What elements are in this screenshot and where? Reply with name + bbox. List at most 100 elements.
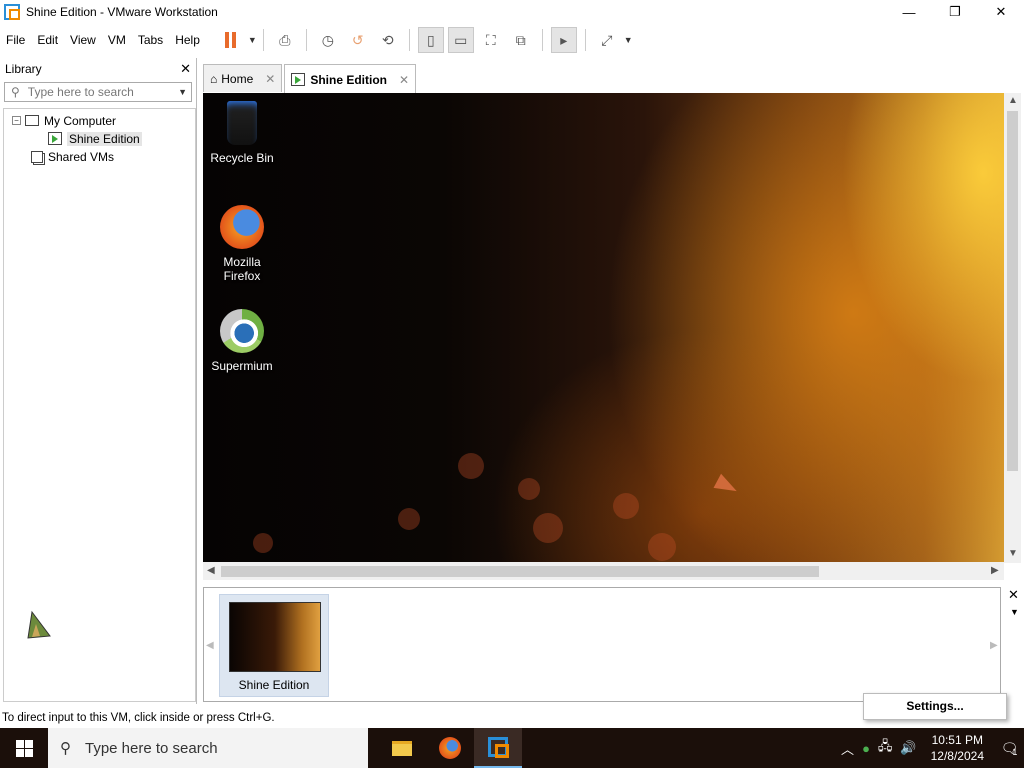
menu-help[interactable]: Help: [169, 24, 206, 56]
stretch-button[interactable]: ⤢: [594, 27, 620, 53]
close-tab-home-icon[interactable]: ✕: [265, 72, 275, 86]
tab-strip: ⌂ Home ✕ Shine Edition ✕: [203, 64, 418, 94]
library-search-input[interactable]: ⚲ Type here to search ▼: [4, 82, 192, 102]
snapshot-manager-button[interactable]: ⟲: [375, 27, 401, 53]
library-header: Library ✕: [0, 58, 196, 80]
menu-vm[interactable]: VM: [102, 24, 132, 56]
title-bar: Shine Edition - VMware Workstation — ❐ ✕: [0, 0, 1024, 24]
desktop-icon-recycle-bin[interactable]: Recycle Bin: [207, 101, 277, 165]
scroll-down-icon[interactable]: ▼: [1008, 548, 1018, 559]
menu-edit[interactable]: Edit: [31, 24, 64, 56]
thumb-next-icon[interactable]: ▶: [990, 640, 998, 651]
folder-icon: [392, 740, 412, 756]
home-icon: ⌂: [210, 71, 218, 86]
chevron-down-icon[interactable]: ▼: [178, 87, 187, 97]
thumb-prev-icon[interactable]: ◀: [206, 640, 214, 651]
sidebar-icon: ▯: [426, 31, 435, 48]
shared-vms-icon: [31, 150, 43, 163]
collapse-icon[interactable]: −: [12, 116, 21, 125]
desktop-icon-label: Supermium: [211, 359, 273, 373]
status-text: To direct input to this VM, click inside…: [2, 712, 275, 724]
pause-icon: [225, 32, 237, 48]
vm-thumbnail[interactable]: Shine Edition: [219, 594, 329, 697]
vertical-scroll-thumb[interactable]: [1007, 111, 1018, 471]
console-view-button[interactable]: ▸: [550, 27, 577, 53]
vm-console-screen[interactable]: Recycle Bin Mozilla Firefox Supermium: [203, 93, 1004, 562]
action-center-button[interactable]: 🗨 1: [994, 728, 1024, 768]
clock-time: 10:51 PM: [931, 733, 983, 747]
horizontal-scroll-thumb[interactable]: [221, 566, 819, 577]
firefox-icon: [220, 205, 264, 249]
pause-button[interactable]: [218, 27, 244, 53]
snapshot-button[interactable]: ◷: [315, 27, 341, 53]
recycle-bin-icon: [227, 101, 257, 145]
show-hidden-icons-icon[interactable]: ︿: [841, 739, 854, 758]
console-icon: ▸: [560, 31, 568, 48]
volume-icon[interactable]: 🔊: [900, 740, 916, 756]
tree-label-my-computer: My Computer: [44, 113, 117, 128]
mouse-cursor-icon: [713, 473, 741, 499]
network-icon[interactable]: 🖧: [878, 737, 893, 759]
start-button[interactable]: [0, 728, 48, 768]
search-icon: ⚲: [11, 85, 20, 99]
toolbar: ▼ ⎙ ◷ ↺ ⟲ ▯ ▭ ⛶ ⧉ ▸ ⤢ ▼: [216, 27, 633, 53]
desktop-icon-supermium[interactable]: Supermium: [207, 309, 277, 373]
revert-icon: ↺: [351, 31, 364, 48]
vmware-icon: [488, 737, 509, 758]
minimize-button[interactable]: —: [886, 0, 932, 24]
close-tab-shine-edition-icon[interactable]: ✕: [399, 73, 409, 87]
power-dropdown-icon[interactable]: ▼: [248, 35, 257, 45]
taskbar-file-explorer[interactable]: [378, 728, 426, 768]
vertical-scrollbar[interactable]: ▲ ▼: [1004, 93, 1021, 563]
taskbar-vmware[interactable]: [474, 728, 522, 768]
thumbnail-bar-menu-icon[interactable]: ▼: [1010, 607, 1019, 617]
settings-button[interactable]: Settings...: [863, 693, 1007, 720]
notification-count: 1: [1012, 747, 1018, 757]
tree-label-shine-edition: Shine Edition: [67, 131, 142, 146]
tab-shine-edition[interactable]: Shine Edition ✕: [284, 64, 417, 94]
taskbar-search-input[interactable]: ⚲ Type here to search: [48, 728, 368, 768]
tab-home[interactable]: ⌂ Home ✕: [203, 64, 283, 92]
revert-snapshot-button[interactable]: ↺: [345, 27, 371, 53]
taskbar-clock[interactable]: 10:51 PM 12/8/2024: [931, 732, 984, 764]
menu-tabs[interactable]: Tabs: [132, 24, 169, 56]
scroll-left-icon[interactable]: ◀: [207, 565, 215, 576]
taskbar-search-placeholder: Type here to search: [85, 739, 218, 757]
tree-item-my-computer[interactable]: − My Computer: [12, 112, 116, 129]
menu-file[interactable]: File: [0, 24, 31, 56]
tab-shine-edition-label: Shine Edition: [310, 72, 387, 87]
tree-label-shared-vms: Shared VMs: [48, 149, 115, 164]
stretch-dropdown-icon[interactable]: ▼: [624, 35, 633, 45]
user-icon[interactable]: ●: [862, 741, 870, 756]
full-screen-button[interactable]: ⛶: [478, 27, 504, 53]
unity-icon: ⧉: [515, 31, 526, 48]
unity-button[interactable]: ⧉: [508, 27, 534, 53]
desktop-icon-label: Mozilla Firefox: [223, 255, 261, 283]
thumbnail-bar-icon: ▭: [454, 31, 468, 48]
vmware-app-icon: [4, 4, 20, 20]
vm-icon: [48, 132, 62, 145]
printer-icon: ⎙: [279, 31, 291, 48]
thumbnail-bar-button[interactable]: ▭: [447, 27, 474, 53]
scroll-right-icon[interactable]: ▶: [991, 565, 999, 576]
maximize-button[interactable]: ❐: [932, 0, 978, 24]
library-panel: Library ✕ ⚲ Type here to search ▼ − My C…: [0, 58, 197, 704]
close-library-icon[interactable]: ✕: [180, 61, 191, 77]
desktop-icon-firefox[interactable]: Mozilla Firefox: [207, 205, 277, 283]
tree-item-shared-vms[interactable]: Shared VMs: [31, 148, 114, 165]
send-ctrl-alt-del-button[interactable]: ⎙: [272, 27, 298, 53]
firefox-icon: [439, 737, 461, 759]
taskbar-firefox[interactable]: [426, 728, 474, 768]
scroll-up-icon[interactable]: ▲: [1008, 95, 1018, 106]
windows-logo-icon: [15, 739, 33, 757]
library-search-placeholder: Type here to search: [27, 85, 134, 99]
close-thumbnail-bar-icon[interactable]: ✕: [1008, 587, 1019, 603]
settings-label: Settings...: [906, 699, 964, 713]
menu-view[interactable]: View: [64, 24, 102, 56]
horizontal-scrollbar[interactable]: ◀ ▶: [203, 562, 1004, 580]
tent-icon: [27, 610, 51, 639]
show-library-button[interactable]: ▯: [417, 27, 444, 53]
close-button[interactable]: ✕: [978, 0, 1024, 24]
tree-item-shine-edition[interactable]: Shine Edition: [48, 130, 142, 147]
library-title: Library: [5, 62, 42, 76]
